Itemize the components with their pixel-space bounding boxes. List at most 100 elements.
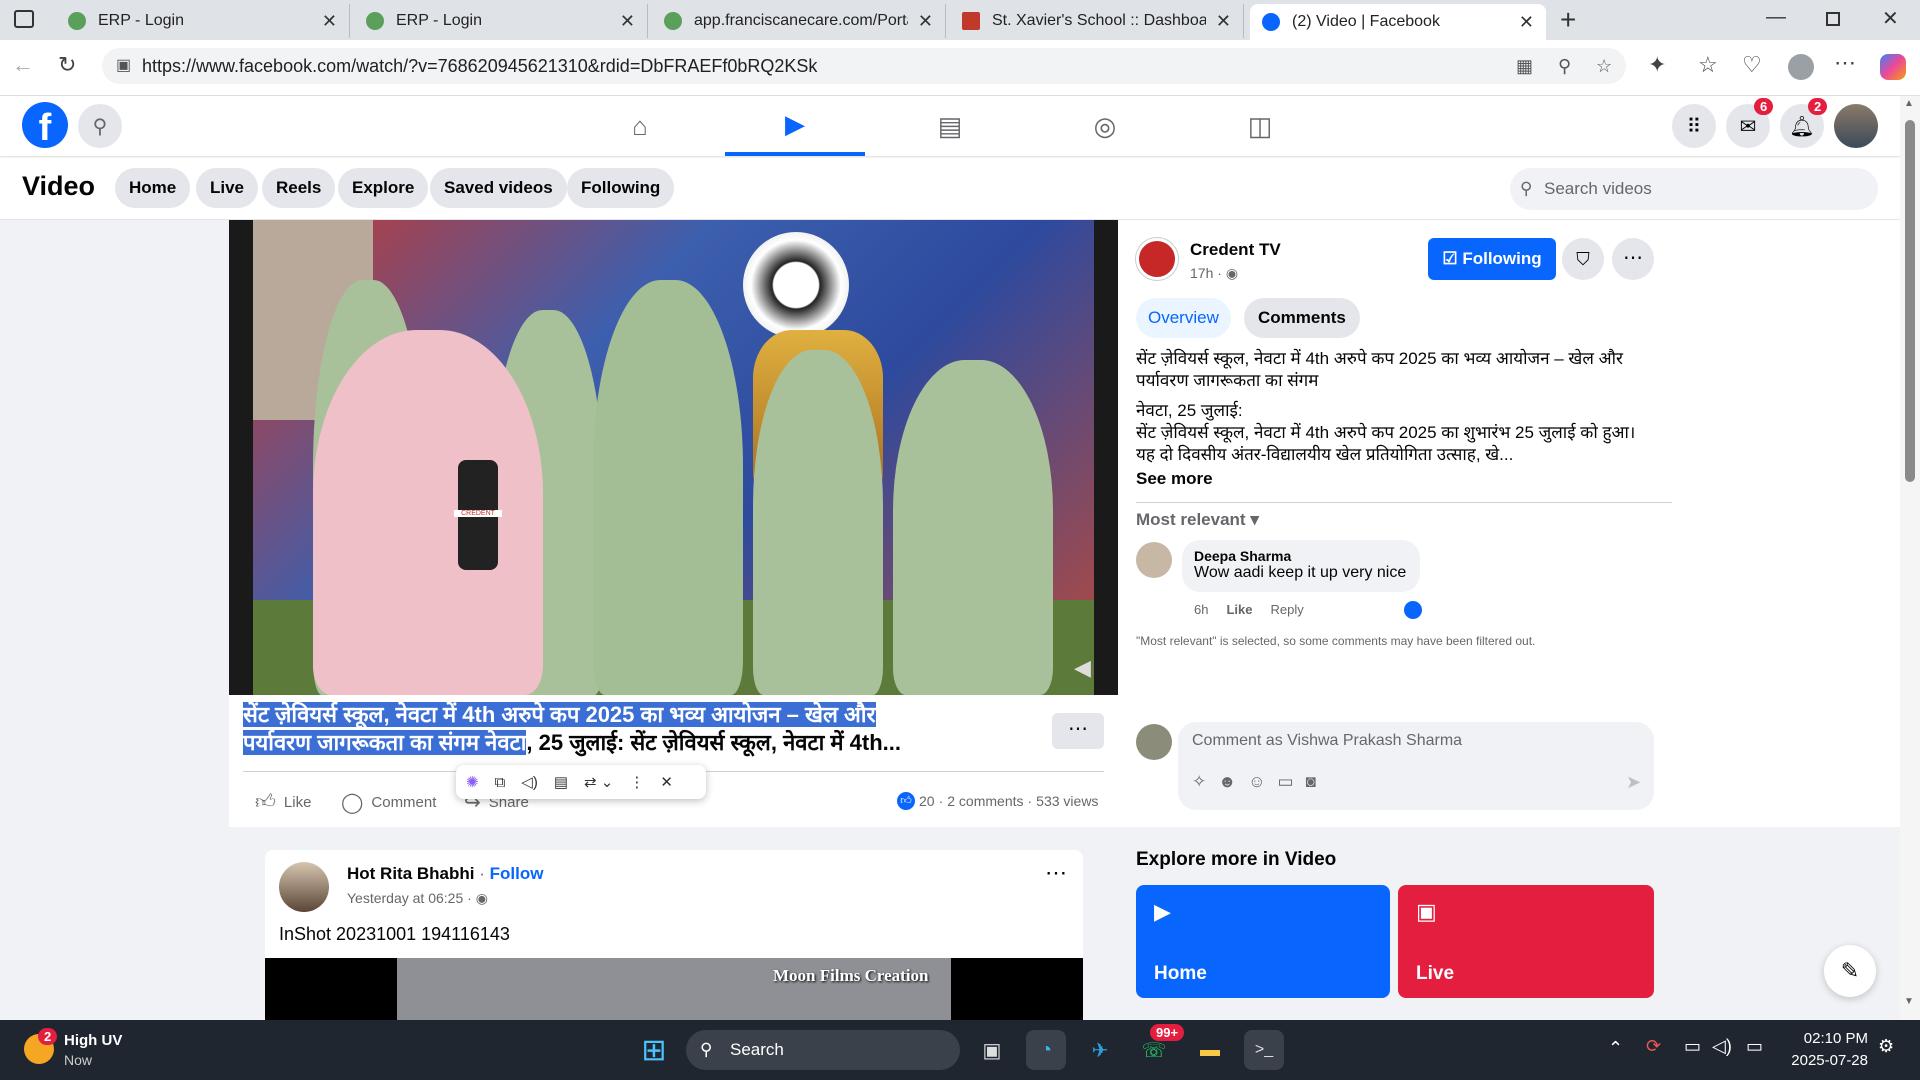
pill-saved-videos[interactable]: Saved videos	[430, 168, 567, 208]
battery-icon[interactable]: ▭	[1746, 1036, 1763, 1057]
explore-card-home[interactable]: ▶ Home	[1136, 885, 1390, 998]
follow-link[interactable]: Follow	[490, 864, 544, 883]
terminal-icon[interactable]: >_	[1244, 1030, 1284, 1070]
copilot-icon[interactable]: ✺	[466, 773, 479, 791]
app-icon[interactable]: ▦	[1516, 48, 1533, 84]
taskbar-search[interactable]: ⚲ Search	[686, 1030, 960, 1070]
reading-icon[interactable]: ▤	[554, 773, 568, 791]
search-icon[interactable]: ⚲	[78, 104, 122, 148]
copilot-icon[interactable]	[1880, 54, 1906, 80]
minimize-icon[interactable]: —	[1766, 6, 1786, 29]
close-tab-icon[interactable]: ✕	[322, 11, 337, 32]
translate-icon[interactable]: ⇄ ⌄	[584, 773, 613, 791]
account-avatar[interactable]	[1834, 104, 1878, 148]
search-videos-input[interactable]: ⚲ Search videos	[1510, 168, 1878, 210]
sync-icon[interactable]: ⟳	[1646, 1036, 1661, 1057]
more-options-button[interactable]: ⋯	[1612, 238, 1654, 280]
comment-reply-link[interactable]: Reply	[1270, 602, 1303, 617]
close-window-icon[interactable]: ✕	[1882, 6, 1899, 31]
send-icon[interactable]: ➤	[1626, 772, 1641, 793]
author-avatar[interactable]	[279, 862, 329, 912]
volume-icon[interactable]: ◁)	[1712, 1036, 1732, 1057]
pill-live[interactable]: Live	[196, 168, 259, 208]
browser-tab[interactable]: St. Xavier's School :: Dashboard ✕	[950, 4, 1244, 38]
browser-tab[interactable]: ERP - Login ✕	[56, 4, 350, 38]
page-name[interactable]: Credent TV	[1190, 240, 1281, 260]
facebook-logo[interactable]: f	[22, 102, 68, 149]
zoom-icon[interactable]: ⚲	[1558, 48, 1571, 84]
back-icon[interactable]: ←	[12, 52, 34, 78]
nav-home-icon[interactable]: ⌂	[570, 96, 710, 156]
pill-explore[interactable]: Explore	[338, 168, 429, 208]
close-tab-icon[interactable]: ✕	[620, 11, 635, 32]
network-icon[interactable]: ▭	[1684, 1036, 1701, 1057]
favorites-icon[interactable]: ☆	[1698, 52, 1718, 78]
nav-marketplace-icon[interactable]: ▤	[880, 96, 1020, 156]
new-message-button[interactable]: ✎	[1824, 945, 1876, 997]
telegram-icon[interactable]: ✈	[1080, 1030, 1120, 1070]
close-icon[interactable]: ✕	[660, 773, 673, 791]
post-more-button[interactable]: ⋯	[1052, 713, 1104, 749]
tab-overview[interactable]: Overview	[1136, 298, 1231, 338]
comment-like-link[interactable]: Like	[1226, 602, 1252, 617]
close-tab-icon[interactable]: ✕	[918, 11, 933, 32]
clock-date[interactable]: 2025-07-28	[1788, 1052, 1868, 1069]
sticker-icon[interactable]: ◙	[1306, 772, 1316, 792]
tab-actions-icon[interactable]	[14, 10, 34, 28]
explore-card-live[interactable]: ▣ Live	[1398, 885, 1654, 998]
browser-tab[interactable]: ERP - Login ✕	[354, 4, 648, 38]
comment-input[interactable]: Comment as Vishwa Prakash Sharma ✧ ☻ ☺ ▭…	[1178, 722, 1654, 810]
comment-author[interactable]: Deepa Sharma	[1194, 548, 1408, 564]
refresh-icon[interactable]: ↻	[58, 52, 76, 78]
menu-grid-icon[interactable]: ⠿	[1672, 104, 1716, 148]
scroll-thumb[interactable]	[1905, 120, 1915, 482]
profile-avatar[interactable]	[1788, 54, 1814, 80]
tab-comments[interactable]: Comments	[1244, 298, 1360, 338]
start-icon[interactable]: ⊞	[634, 1030, 674, 1070]
author-name[interactable]: Hot Rita Bhabhi	[347, 864, 475, 883]
tray-chevron-icon[interactable]: ⌃	[1608, 1038, 1623, 1059]
pill-home[interactable]: Home	[115, 168, 191, 208]
page-scrollbar[interactable]: ▲ ▼	[1900, 96, 1920, 1020]
gif-icon[interactable]: ▭	[1278, 772, 1294, 792]
my-avatar[interactable]	[1136, 724, 1172, 760]
file-explorer-icon[interactable]: ▬	[1190, 1030, 1230, 1070]
avatar-sticker-icon[interactable]: ✧	[1192, 772, 1206, 792]
settings-gear-icon[interactable]: ⚙	[1878, 1036, 1894, 1057]
nav-gaming-icon[interactable]: ◫	[1190, 96, 1330, 156]
scroll-down-icon[interactable]: ▼	[1904, 996, 1914, 1007]
task-view-icon[interactable]: ▣	[972, 1030, 1012, 1070]
see-more-link[interactable]: See more	[1136, 468, 1656, 490]
save-button[interactable]: ⛉	[1562, 238, 1604, 280]
scroll-up-icon[interactable]: ▲	[1904, 98, 1914, 109]
reaction-count[interactable]: 20	[919, 793, 935, 809]
more-icon[interactable]: ⋮	[629, 773, 644, 791]
weather-title[interactable]: High UV	[64, 1032, 122, 1049]
edge-icon[interactable]: ◔	[1026, 1030, 1066, 1070]
url-field[interactable]: ▣ https://www.facebook.com/watch/?v=7686…	[102, 48, 1626, 84]
volume-icon[interactable]: ◀︎	[1074, 655, 1091, 681]
comments-count[interactable]: 2 comments	[947, 793, 1023, 809]
page-avatar[interactable]	[1136, 238, 1178, 280]
commenter-avatar[interactable]	[1136, 542, 1172, 578]
new-tab-icon[interactable]: +	[1560, 4, 1576, 36]
more-icon[interactable]: ⋯	[1834, 50, 1856, 76]
extensions-icon[interactable]: ✦	[1648, 52, 1666, 78]
video-player[interactable]: CREDENT ◀︎	[229, 220, 1118, 695]
site-info-icon[interactable]: ▣	[116, 48, 131, 84]
nav-video-icon[interactable]: ▶	[725, 96, 865, 156]
read-aloud-icon[interactable]: ◁)	[521, 773, 538, 791]
browser-tab-active[interactable]: (2) Video | Facebook ✕	[1250, 4, 1546, 40]
browser-tab[interactable]: app.franciscanecare.com/Portal/D ✕	[652, 4, 946, 38]
following-button[interactable]: ☑ Following	[1428, 238, 1556, 280]
copy-icon[interactable]: ⧉	[495, 774, 506, 791]
comment-button[interactable]: ◯ Comment	[341, 790, 436, 815]
close-tab-icon[interactable]: ✕	[1216, 11, 1231, 32]
maximize-icon[interactable]	[1826, 12, 1840, 26]
emoji-icon[interactable]: ☺	[1248, 772, 1265, 792]
clock-time[interactable]: 02:10 PM	[1788, 1030, 1868, 1047]
pill-following[interactable]: Following	[567, 168, 675, 208]
sort-dropdown[interactable]: Most relevant ▾	[1136, 510, 1259, 530]
like-button[interactable]: 👍︎ Like	[255, 790, 311, 814]
feed-more-icon[interactable]: ⋯	[1045, 860, 1067, 886]
